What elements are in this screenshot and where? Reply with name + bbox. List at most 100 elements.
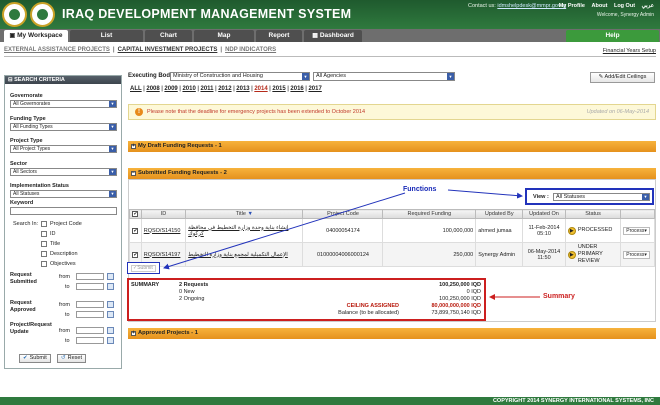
deadline-notice: ! Please note that the deadline for emer… [128, 104, 656, 120]
request-title-link[interactable]: الإعمال التكميلية لمجمع بناية وزارة التخ… [188, 252, 288, 258]
app-header: IRAQ DEVELOPMENT MANAGEMENT SYSTEM Conta… [0, 0, 660, 29]
project-code-cell: 04000054174 [302, 218, 384, 243]
select-all-header[interactable]: ✔ [129, 209, 142, 219]
search-in-project-code-checkbox[interactable] [41, 221, 47, 227]
capital-investment-link[interactable]: CAPITAL INVESTMENT PROJECTS [118, 47, 218, 53]
summary-ongoing-amount: 100,250,000 IQD [439, 296, 481, 302]
reset-search-button[interactable]: ↺ Reset [57, 354, 86, 363]
update-from-input[interactable] [76, 327, 104, 334]
sector-select[interactable]: All Sectors ▼ [10, 168, 117, 176]
governorate-select[interactable]: All Governorates ▼ [10, 100, 117, 108]
view-label: View : [533, 194, 549, 200]
submitted-requests-bar[interactable]: − Submitted Funding Requests - 2 [128, 168, 656, 179]
tab-list[interactable]: List [70, 30, 143, 42]
col-id[interactable]: ID [140, 209, 187, 219]
updated-by-cell: ahmed jumaa [475, 218, 524, 243]
search-in-title-checkbox[interactable] [41, 241, 47, 247]
col-project-code[interactable]: Project Code [302, 209, 384, 219]
search-in-id-label: ID [50, 231, 56, 237]
approved-to-input[interactable] [76, 311, 104, 318]
year-2016[interactable]: 2016 [290, 86, 303, 92]
status-badge: UNDER PRIMARY REVIEW [577, 244, 603, 264]
keyword-input[interactable] [10, 207, 117, 215]
col-updated-on[interactable]: Updated On [522, 209, 566, 219]
executing-body-select[interactable]: Ministry of Construction and Housing ▼ [170, 72, 310, 81]
year-2008[interactable]: 2008 [146, 86, 159, 92]
year-2009[interactable]: 2009 [164, 86, 177, 92]
help-tab[interactable]: Help [566, 30, 659, 42]
col-updated-by[interactable]: Updated By [475, 209, 524, 219]
about-link[interactable]: About [592, 3, 608, 9]
year-2015[interactable]: 2015 [272, 86, 285, 92]
sub-nav: EXTERNAL ASSISTANCE PROJECTS | CAPITAL INV… [4, 47, 277, 53]
year-2014[interactable]: 2014 [254, 86, 267, 92]
year-2010[interactable]: 2010 [182, 86, 195, 92]
calendar-icon[interactable] [107, 273, 114, 280]
col-actions [620, 209, 655, 219]
table-row: ✔ RQSO/S14197 الإعمال التكميلية لمجمع بن… [129, 242, 655, 267]
year-all[interactable]: ALL [130, 86, 142, 92]
financial-years-setup-link[interactable]: Financial Years Setup [603, 48, 656, 54]
search-in-description-checkbox[interactable] [41, 251, 47, 257]
ndp-indicators-link[interactable]: NDP INDICATORS [225, 47, 276, 53]
process-dropdown[interactable]: Process▾ [623, 226, 650, 235]
project-request-update-label: Project/Request Update [10, 322, 52, 335]
year-2011[interactable]: 2011 [201, 86, 214, 92]
search-in-objectives-label: Objectives [50, 261, 76, 267]
request-title-link[interactable]: انشاء بناية وحدة وزارة التخطيط في محافظة… [188, 225, 288, 237]
submit-search-button[interactable]: ✔ Submit [19, 354, 51, 363]
draft-requests-bar[interactable]: + My Draft Funding Requests - 1 [128, 141, 656, 152]
year-2012[interactable]: 2012 [218, 86, 231, 92]
table-row: ✔ RQSO/S14150 انشاء بناية وحدة وزارة الت… [129, 218, 655, 243]
request-id-link[interactable]: RQSO/S14197 [144, 252, 181, 258]
project-type-select[interactable]: All Project Types ▼ [10, 145, 117, 153]
tab-chart[interactable]: Chart [145, 30, 192, 42]
tab-dashboard[interactable]: ▦ Dashboard [304, 30, 362, 42]
calendar-icon[interactable] [107, 337, 114, 344]
update-to-input[interactable] [76, 337, 104, 344]
search-criteria-title: ⊟ SEARCH CRITERIA [5, 76, 121, 84]
col-title[interactable]: Title ▼ [185, 209, 304, 219]
arabic-link[interactable]: عربي [642, 3, 654, 9]
functions-annotation: Functions [403, 186, 437, 193]
calendar-icon[interactable] [107, 311, 114, 318]
row-checkbox[interactable]: ✔ [132, 251, 139, 258]
row-checkbox[interactable]: ✔ [132, 227, 139, 234]
approved-from-input[interactable] [76, 301, 104, 308]
agency-select[interactable]: All Agencies ▼ [313, 72, 455, 81]
submitted-from-input[interactable] [76, 273, 104, 280]
col-status[interactable]: Status [564, 209, 622, 219]
select-all-checkbox[interactable]: ✔ [132, 211, 139, 217]
status-cell: ▶UNDER PRIMARY REVIEW [564, 242, 622, 267]
search-in-id-checkbox[interactable] [41, 231, 47, 237]
view-status-select[interactable]: All Statuses ▼ [553, 193, 650, 201]
welcome-text: Welcome, Synergy Admin [596, 12, 654, 18]
process-dropdown[interactable]: Process▾ [623, 250, 650, 259]
external-assistance-link[interactable]: EXTERNAL ASSISTANCE PROJECTS [4, 47, 110, 53]
tab-map[interactable]: Map [194, 30, 254, 42]
year-2017[interactable]: 2017 [308, 86, 321, 92]
logout-link[interactable]: Log Out [614, 3, 635, 9]
calendar-icon[interactable] [107, 301, 114, 308]
submit-requests-button[interactable]: ✓Submit [131, 265, 156, 272]
calendar-icon[interactable] [107, 327, 114, 334]
tab-my-workspace[interactable]: ▣ My Workspace [4, 30, 68, 42]
search-in-objectives-checkbox[interactable] [41, 261, 47, 267]
implementation-status-select[interactable]: All Statuses ▼ [10, 190, 117, 198]
calendar-icon[interactable] [107, 283, 114, 290]
approved-projects-bar[interactable]: + Approved Projects - 1 [128, 328, 656, 339]
check-icon: ✔ [23, 355, 28, 361]
from-label: from [59, 274, 70, 280]
submitted-to-input[interactable] [76, 283, 104, 290]
request-id-link[interactable]: RQSO/S14150 [144, 228, 181, 234]
funding-type-select[interactable]: All Funding Types ▼ [10, 123, 117, 131]
emblem-logo-icon [30, 2, 55, 27]
to-label: to [65, 312, 70, 318]
col-required-funding[interactable]: Required Funding [382, 209, 477, 219]
year-2013[interactable]: 2013 [236, 86, 249, 92]
tab-report[interactable]: Report [256, 30, 302, 42]
chevron-down-icon: ▼ [109, 191, 116, 197]
app-title: IRAQ DEVELOPMENT MANAGEMENT SYSTEM [62, 7, 352, 21]
my-profile-link[interactable]: My Profile [559, 3, 585, 9]
add-edit-ceilings-button[interactable]: ✎ Add/Edit Ceilings [590, 72, 655, 83]
